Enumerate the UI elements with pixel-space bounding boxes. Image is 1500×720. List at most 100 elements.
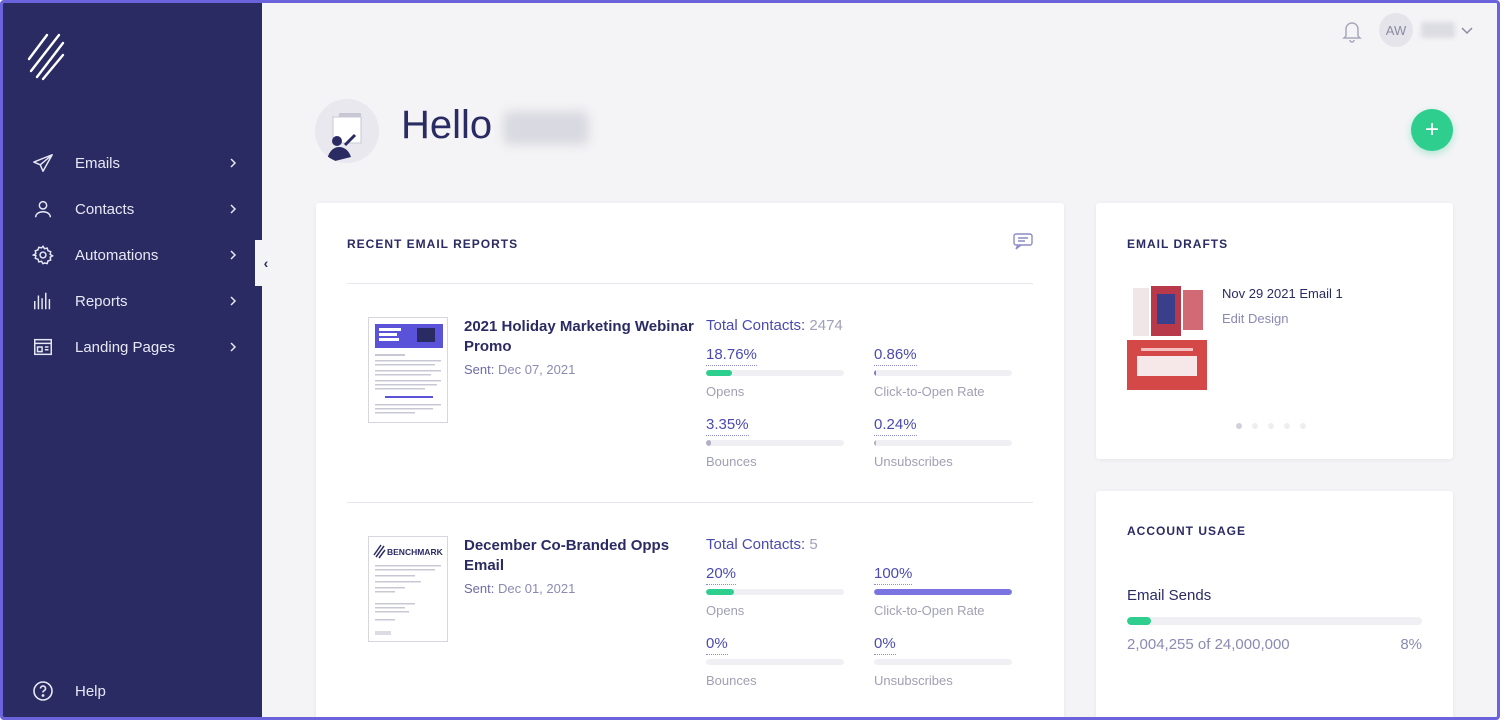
message-icon[interactable] <box>1012 232 1034 250</box>
sent-date: Dec 01, 2021 <box>497 581 576 596</box>
total-contacts-value: 2474 <box>809 317 843 334</box>
metric-value: 18.76% <box>706 346 757 366</box>
metric-unsubscribes[interactable]: 0% Unsubscribes <box>874 635 1012 688</box>
metric-label: Bounces <box>706 454 757 469</box>
email-drafts-card: EMAIL DRAFTS Nov 29 2021 Email 1 Edit De… <box>1096 203 1453 459</box>
metric-label: Unsubscribes <box>874 673 953 688</box>
sidebar-item-automations[interactable]: Automations <box>3 232 262 278</box>
carousel-dot[interactable] <box>1252 423 1258 429</box>
report-title-link[interactable]: 2021 Holiday Marketing Webinar Promo <box>464 317 694 357</box>
email-thumbnail[interactable] <box>368 317 448 423</box>
card-title: ACCOUNT USAGE <box>1127 524 1247 538</box>
metric-label: Click-to-Open Rate <box>874 603 985 618</box>
sidebar-item-label: Reports <box>75 292 128 310</box>
chevron-right-icon <box>230 158 237 168</box>
metric-bounces[interactable]: 3.35% Bounces <box>706 416 844 469</box>
chevron-left-icon: ‹ <box>263 255 269 271</box>
carousel-dot[interactable] <box>1284 423 1290 429</box>
chevron-right-icon <box>230 296 237 306</box>
report-row: 2021 Holiday Marketing Webinar Promo Sen… <box>316 317 1064 517</box>
email-sends-bar-fill <box>1127 617 1151 625</box>
chevron-right-icon <box>230 342 237 352</box>
metric-value: 0.24% <box>874 416 917 436</box>
total-contacts-label: Total Contacts: <box>706 536 806 553</box>
total-contacts-value: 5 <box>809 536 818 553</box>
card-title: RECENT EMAIL REPORTS <box>347 237 519 251</box>
brand-logo-icon[interactable] <box>25 29 67 83</box>
sidebar-item-reports[interactable]: Reports <box>3 278 262 324</box>
metric-click-to-open[interactable]: 100% Click-to-Open Rate <box>874 565 1012 618</box>
email-sends-percent: 8% <box>1400 636 1422 653</box>
help-label: Help <box>75 682 106 700</box>
avatar-initials: AW <box>1385 22 1407 38</box>
divider <box>347 502 1033 503</box>
metric-bar <box>874 659 1012 665</box>
help-link[interactable]: Help <box>31 679 106 703</box>
metric-label: Opens <box>706 384 745 399</box>
chevron-down-icon[interactable] <box>1461 25 1473 35</box>
user-avatar[interactable]: AW <box>1379 13 1413 47</box>
metric-bounces[interactable]: 0% Bounces <box>706 635 844 688</box>
metric-bar <box>874 440 1012 446</box>
paper-plane-icon <box>31 151 55 175</box>
carousel-dot[interactable] <box>1236 423 1242 429</box>
greeting-text: Hello <box>401 103 493 147</box>
metric-bar <box>706 589 844 595</box>
metric-bar-fill <box>874 440 877 446</box>
email-sends-label: Email Sends <box>1127 587 1212 604</box>
total-contacts: Total Contacts: 2474 <box>706 317 843 334</box>
metric-value: 0.86% <box>874 346 917 366</box>
user-icon <box>31 197 55 221</box>
metric-bar <box>874 589 1012 595</box>
metric-value: 3.35% <box>706 416 749 436</box>
metric-value: 0% <box>874 635 896 655</box>
add-button[interactable]: + <box>1411 109 1453 151</box>
greeting-avatar <box>315 99 379 163</box>
sidebar-item-contacts[interactable]: Contacts <box>3 186 262 232</box>
sidebar-item-label: Contacts <box>75 200 135 218</box>
metric-opens[interactable]: 18.76% Opens <box>706 346 844 399</box>
sent-date: Dec 07, 2021 <box>497 362 576 377</box>
report-row: BENCHMARK December Co-Branded Opps Email… <box>316 536 1064 717</box>
metric-label: Click-to-Open Rate <box>874 384 985 399</box>
app-frame: Emails Contacts Automations Reports Land… <box>0 0 1500 720</box>
metric-label: Bounces <box>706 673 757 688</box>
metric-value: 100% <box>874 565 913 585</box>
bell-icon[interactable] <box>1341 19 1363 43</box>
metric-bar-fill <box>874 589 1012 595</box>
sidebar-item-emails[interactable]: Emails <box>3 140 262 186</box>
gear-icon <box>31 243 55 267</box>
account-usage-card: ACCOUNT USAGE Email Sends 2,004,255 of 2… <box>1096 491 1453 717</box>
metric-bar <box>706 440 844 446</box>
draft-thumbnail[interactable] <box>1127 282 1207 390</box>
metric-bar <box>706 659 844 665</box>
metric-click-to-open[interactable]: 0.86% Click-to-Open Rate <box>874 346 1012 399</box>
username-redacted[interactable] <box>1421 22 1455 38</box>
metric-opens[interactable]: 20% Opens <box>706 565 844 618</box>
metric-unsubscribes[interactable]: 0.24% Unsubscribes <box>874 416 1012 469</box>
metric-label: Opens <box>706 603 745 618</box>
carousel-dot[interactable] <box>1268 423 1274 429</box>
help-circle-icon <box>33 681 53 701</box>
greeting-name-redacted <box>503 111 589 145</box>
email-sends-count: 2,004,255 of 24,000,000 <box>1127 636 1290 653</box>
carousel-dot[interactable] <box>1300 423 1306 429</box>
sidebar-collapse-toggle[interactable]: ‹ <box>255 240 277 286</box>
edit-design-link[interactable]: Edit Design <box>1222 311 1288 326</box>
metric-bar-fill <box>706 589 734 595</box>
sidebar-item-label: Emails <box>75 154 121 172</box>
chevron-right-icon <box>230 204 237 214</box>
report-title-link[interactable]: December Co-Branded Opps Email <box>464 536 694 576</box>
chevron-right-icon <box>230 250 237 260</box>
bar-chart-icon <box>31 289 55 313</box>
sidebar-item-landing-pages[interactable]: Landing Pages <box>3 324 262 370</box>
metric-bar-fill <box>706 440 711 446</box>
landing-page-icon <box>31 335 55 359</box>
recent-email-reports-card: RECENT EMAIL REPORTS 2021 Holiday Market… <box>316 203 1064 717</box>
metric-bar <box>706 370 844 376</box>
email-thumbnail[interactable]: BENCHMARK <box>368 536 448 642</box>
metric-value: 20% <box>706 565 737 585</box>
sidebar: Emails Contacts Automations Reports Land… <box>3 3 262 717</box>
metric-bar-fill <box>706 370 732 376</box>
sidebar-item-label: Landing Pages <box>75 338 176 356</box>
